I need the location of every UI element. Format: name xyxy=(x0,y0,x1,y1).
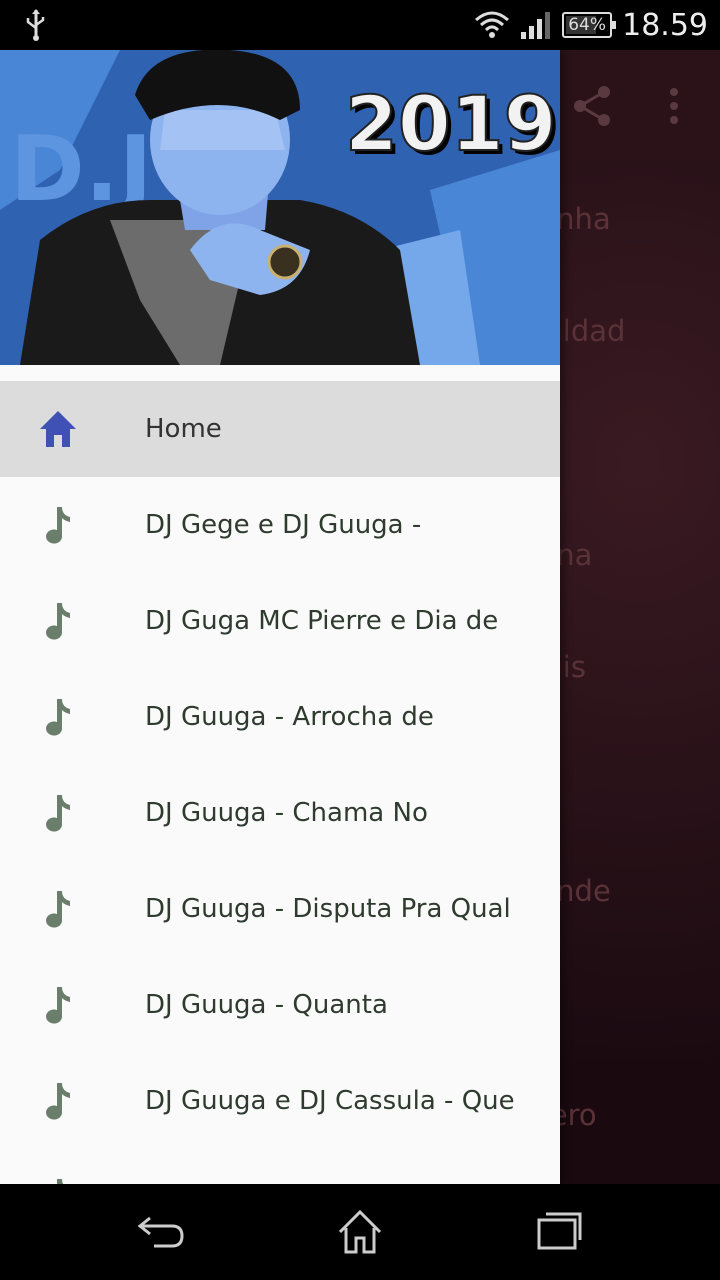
music-note-icon xyxy=(46,507,70,544)
share-icon[interactable] xyxy=(572,84,612,128)
drawer-item-label: DJ Guuga - Arrocha de xyxy=(145,702,434,732)
drawer-item-song[interactable]: DJ Gege e DJ Guuga - xyxy=(0,477,560,573)
drawer-item-label: DJ Guuga e DJ Cassula - Que xyxy=(145,1086,515,1116)
music-note-icon xyxy=(46,699,70,736)
music-note-icon xyxy=(46,795,70,832)
status-bar: 64% 18.59 xyxy=(0,0,720,50)
drawer-item-home[interactable]: Home xyxy=(0,381,560,477)
music-note-icon xyxy=(57,1179,64,1184)
signal-icon xyxy=(521,12,551,39)
recent-apps-icon[interactable] xyxy=(536,1208,584,1252)
drawer-item-song[interactable]: DJ Guuga - Disputa Pra Qual xyxy=(0,861,560,957)
drawer-item-label: DJ Guuga - Quanta xyxy=(145,990,388,1020)
battery-indicator: 64% xyxy=(562,12,617,38)
battery-percent: 64% xyxy=(568,15,606,35)
usb-icon xyxy=(26,9,45,41)
drawer-item-label: DJ Gege e DJ Guuga - xyxy=(145,510,422,540)
drawer-item-song[interactable]: DJ Guga MC Pierre e Dia de xyxy=(0,573,560,669)
back-icon[interactable] xyxy=(136,1208,186,1252)
home-nav-icon[interactable] xyxy=(336,1208,384,1256)
drawer-header-image: D.J 2019 2019 xyxy=(0,50,560,365)
drawer-item-label: Home xyxy=(145,414,222,444)
banner-year: 2019 xyxy=(345,79,557,168)
music-note-icon xyxy=(46,987,70,1024)
music-note-icon xyxy=(46,1083,70,1120)
clock: 18.59 xyxy=(622,7,708,43)
drawer-menu: Home DJ Gege e DJ Guuga - DJ Guga MC Pie… xyxy=(0,381,560,1184)
music-note-icon xyxy=(46,603,70,640)
system-navigation-bar xyxy=(0,1184,720,1280)
drawer-item-song-partial[interactable] xyxy=(0,1149,560,1184)
wifi-icon xyxy=(475,11,510,38)
drawer-item-song[interactable]: DJ Guuga - Chama No xyxy=(0,765,560,861)
artist-portrait: D.J 2019 2019 xyxy=(0,50,560,365)
navigation-drawer: D.J 2019 2019 Home DJ Gege e DJ Guuga - … xyxy=(0,50,560,1184)
drawer-item-label: DJ Guuga - Chama No xyxy=(145,798,428,828)
drawer-item-song[interactable]: DJ Guuga - Quanta xyxy=(0,957,560,1053)
drawer-item-song[interactable]: DJ Guuga e DJ Cassula - Que xyxy=(0,1053,560,1149)
home-icon xyxy=(40,411,76,447)
more-options-icon[interactable] xyxy=(668,86,680,126)
drawer-item-label: DJ Guga MC Pierre e Dia de xyxy=(145,606,499,636)
drawer-item-song[interactable]: DJ Guuga - Arrocha de xyxy=(0,669,560,765)
drawer-item-label: DJ Guuga - Disputa Pra Qual xyxy=(145,894,511,924)
music-note-icon xyxy=(46,891,70,928)
